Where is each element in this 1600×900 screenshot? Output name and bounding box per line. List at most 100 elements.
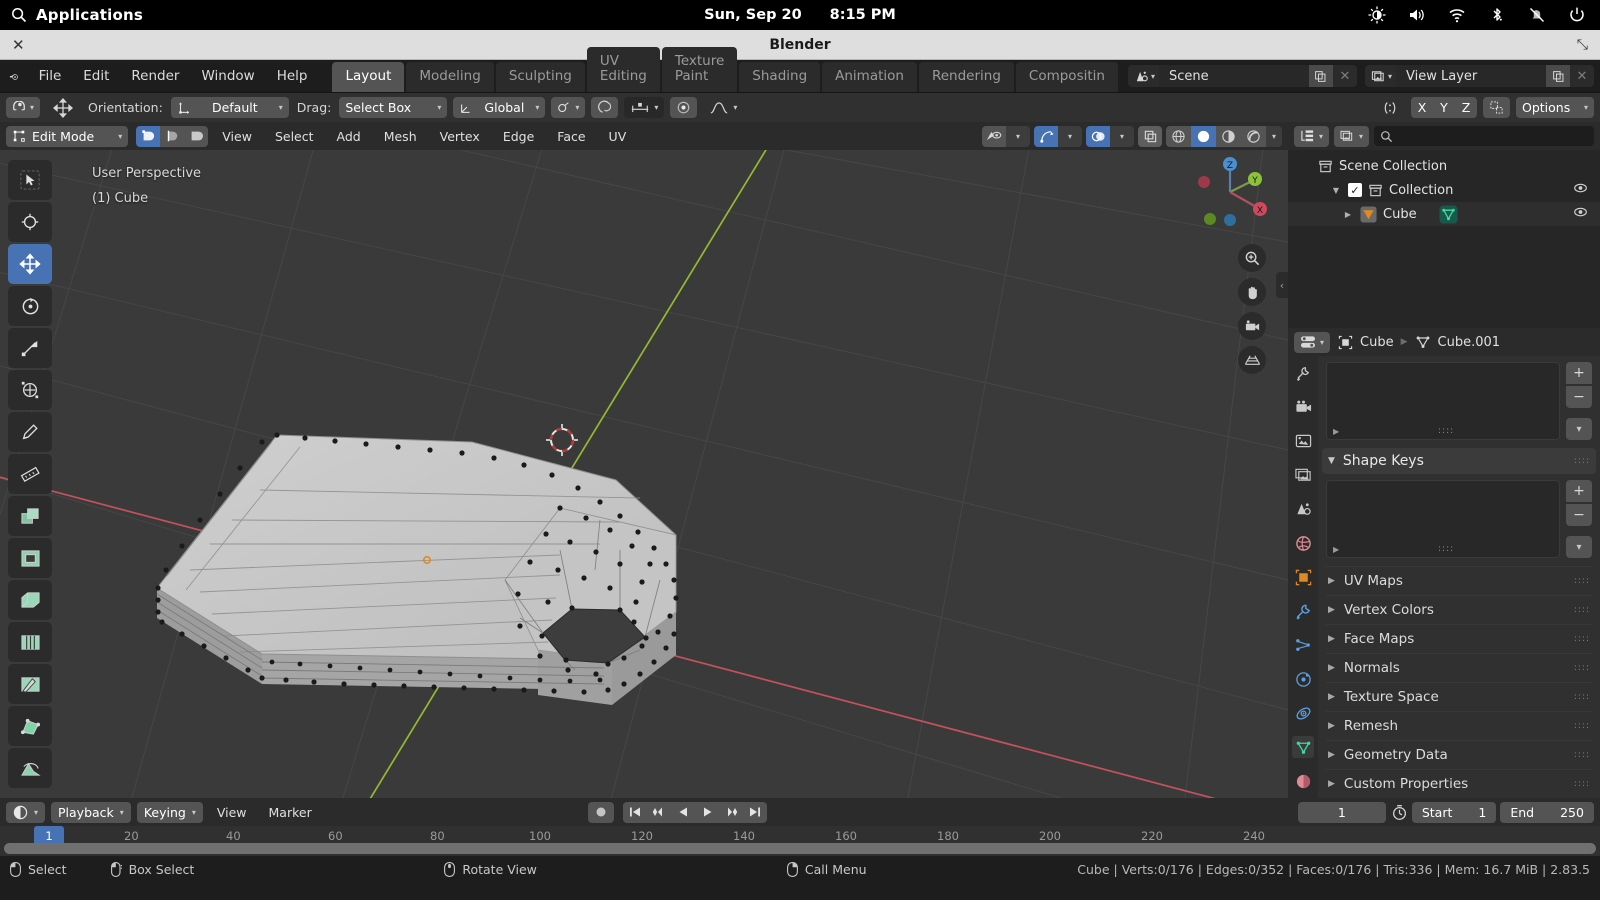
properties-tab-world[interactable] xyxy=(1292,532,1314,554)
timeline-menu-marker[interactable]: Marker xyxy=(261,802,320,823)
mirror-axis-x[interactable]: X xyxy=(1411,97,1433,118)
volume-icon[interactable] xyxy=(1408,6,1426,24)
properties-tab-output[interactable] xyxy=(1292,430,1314,452)
vertex-group-specials-button[interactable]: ▾ xyxy=(1566,418,1592,440)
transform-orientation-dropdown[interactable]: Global ▾ xyxy=(453,97,546,118)
menu-file[interactable]: File xyxy=(28,64,73,88)
tool-bevel[interactable] xyxy=(8,580,52,620)
play-reverse-button[interactable] xyxy=(671,801,696,823)
viewport-menu-vertex[interactable]: Vertex xyxy=(431,126,489,147)
vertex-groups-listbox[interactable]: ▶ :::: xyxy=(1326,362,1560,440)
shape-key-specials-button[interactable]: ▾ xyxy=(1566,536,1592,558)
mode-dropdown[interactable]: Edit Mode ▾ xyxy=(6,125,129,147)
tool-transform[interactable] xyxy=(8,370,52,410)
snap-to-dropdown[interactable]: ▾ xyxy=(551,97,586,118)
tool-knife[interactable] xyxy=(8,664,52,704)
properties-tab-object[interactable] xyxy=(1292,566,1314,588)
resize-grip-icon[interactable]: :::: xyxy=(1438,544,1454,554)
shading-wireframe-button[interactable] xyxy=(1166,125,1191,147)
notifications-muted-icon[interactable] xyxy=(1528,6,1546,24)
workspace-tab-texture-paint[interactable]: Texture Paint xyxy=(661,47,738,92)
workspace-tab-layout[interactable]: Layout xyxy=(332,62,405,92)
proportional-edit-toggle[interactable] xyxy=(591,97,619,118)
viewport-menu-edge[interactable]: Edge xyxy=(494,126,543,147)
view-layer-remove-button[interactable]: ✕ xyxy=(1570,65,1594,87)
breadcrumb-data-name[interactable]: Cube.001 xyxy=(1438,335,1501,350)
properties-tab-render[interactable] xyxy=(1292,396,1314,418)
scene-unlink-button[interactable]: ✕ xyxy=(1332,65,1357,87)
select-mode-vertex[interactable] xyxy=(136,125,161,147)
shape-key-remove-button[interactable]: − xyxy=(1566,504,1592,526)
scene-name-field[interactable]: Scene xyxy=(1158,65,1309,87)
view-layer-name-field[interactable]: View Layer xyxy=(1396,65,1546,87)
timeline-menu-view[interactable]: View xyxy=(209,802,255,823)
camera-view-button[interactable] xyxy=(1238,312,1266,340)
start-frame-field[interactable]: Start 1 xyxy=(1411,801,1497,823)
drag-dropdown[interactable]: Select Box ▾ xyxy=(339,97,448,118)
tool-spin[interactable] xyxy=(8,748,52,788)
mirror-options-icon[interactable] xyxy=(1375,97,1405,118)
pan-view-button[interactable] xyxy=(1238,278,1266,306)
tool-move[interactable] xyxy=(8,244,52,284)
outliner-search-input[interactable] xyxy=(1374,126,1594,146)
expand-triangle-icon[interactable]: ▶ xyxy=(1342,210,1354,219)
tool-annotate[interactable] xyxy=(8,412,52,452)
proportional-move-icon-group[interactable] xyxy=(46,97,80,118)
viewport-menu-face[interactable]: Face xyxy=(548,126,594,147)
mirror-axis-z[interactable]: Z xyxy=(1455,97,1477,118)
tool-inset-faces[interactable] xyxy=(8,538,52,578)
workspace-tab-shading[interactable]: Shading xyxy=(739,62,821,92)
panel-header-shape-keys[interactable]: ▼ Shape Keys :::: xyxy=(1322,448,1596,474)
xray-toggle-button[interactable] xyxy=(1138,125,1162,147)
window-close-button[interactable]: ✕ xyxy=(0,36,37,54)
options-dropdown[interactable]: Options ▾ xyxy=(1516,97,1594,118)
tool-cursor[interactable] xyxy=(8,202,52,242)
tool-loop-cut[interactable] xyxy=(8,622,52,662)
scene-new-button[interactable] xyxy=(1308,65,1333,87)
panel-header-geometry-data[interactable]: ▶ Geometry Data :::: xyxy=(1326,740,1592,769)
proportional-size-dropdown[interactable]: ▾ xyxy=(624,97,665,118)
viewport-menu-uv[interactable]: UV xyxy=(600,126,636,147)
viewport-menu-add[interactable]: Add xyxy=(328,126,370,147)
vertex-group-remove-button[interactable]: − xyxy=(1566,386,1592,408)
wifi-icon[interactable] xyxy=(1448,6,1466,24)
panel-header-uv-maps[interactable]: ▶ UV Maps :::: xyxy=(1326,566,1592,595)
outliner-display-mode-button[interactable]: ▾ xyxy=(1334,125,1370,147)
viewport-menu-mesh[interactable]: Mesh xyxy=(375,126,426,147)
properties-tab-object-data[interactable] xyxy=(1292,736,1314,758)
falloff-type-dropdown[interactable]: ▾ xyxy=(703,97,743,118)
menu-window[interactable]: Window xyxy=(190,64,265,88)
panel-header-face-maps[interactable]: ▶ Face Maps :::: xyxy=(1326,624,1592,653)
power-icon[interactable] xyxy=(1568,6,1586,24)
visibility-dropdown[interactable]: ▾ xyxy=(1006,125,1030,147)
gizmo-dropdown[interactable]: ▾ xyxy=(1058,125,1082,147)
shape-keys-listbox[interactable]: ▶ :::: xyxy=(1326,480,1560,558)
panel-header-texture-space[interactable]: ▶ Texture Space :::: xyxy=(1326,682,1592,711)
collection-visibility-toggle[interactable] xyxy=(1573,182,1600,198)
shape-key-add-button[interactable]: + xyxy=(1566,480,1592,502)
brightness-icon[interactable] xyxy=(1368,6,1386,24)
properties-tab-constraints[interactable] xyxy=(1292,702,1314,724)
expand-triangle-icon[interactable]: ▶ xyxy=(1333,427,1339,436)
outliner-row-collection[interactable]: ▼ ✓ Collection xyxy=(1288,178,1600,202)
mirror-axis-y[interactable]: Y xyxy=(1433,97,1455,118)
auto-keying-button[interactable] xyxy=(588,801,615,823)
timeline-horizontal-scrollbar[interactable] xyxy=(4,843,1596,854)
menu-help[interactable]: Help xyxy=(266,64,319,88)
workspace-tab-rendering[interactable]: Rendering xyxy=(918,62,1014,92)
tool-poly-build[interactable] xyxy=(8,706,52,746)
workspace-tab-sculpting[interactable]: Sculpting xyxy=(495,62,585,92)
properties-tab-scene[interactable] xyxy=(1292,498,1314,520)
workspace-tab-uv-editing[interactable]: UV Editing xyxy=(586,47,660,92)
shading-dropdown[interactable]: ▾ xyxy=(1266,125,1282,147)
current-frame-field[interactable]: 1 xyxy=(1297,801,1386,823)
tool-extrude-region[interactable] xyxy=(8,496,52,536)
properties-tab-view-layer[interactable] xyxy=(1292,464,1314,486)
collection-checkbox[interactable]: ✓ xyxy=(1348,183,1362,197)
end-frame-field[interactable]: End 250 xyxy=(1500,801,1594,823)
prev-keyframe-button[interactable] xyxy=(647,801,672,823)
next-keyframe-button[interactable] xyxy=(719,801,744,823)
panel-header-vertex-colors[interactable]: ▶ Vertex Colors :::: xyxy=(1326,595,1592,624)
view-layer-browse-button[interactable]: ▾ xyxy=(1364,65,1396,87)
navigation-gizmo[interactable]: Z Y X xyxy=(1190,152,1270,232)
